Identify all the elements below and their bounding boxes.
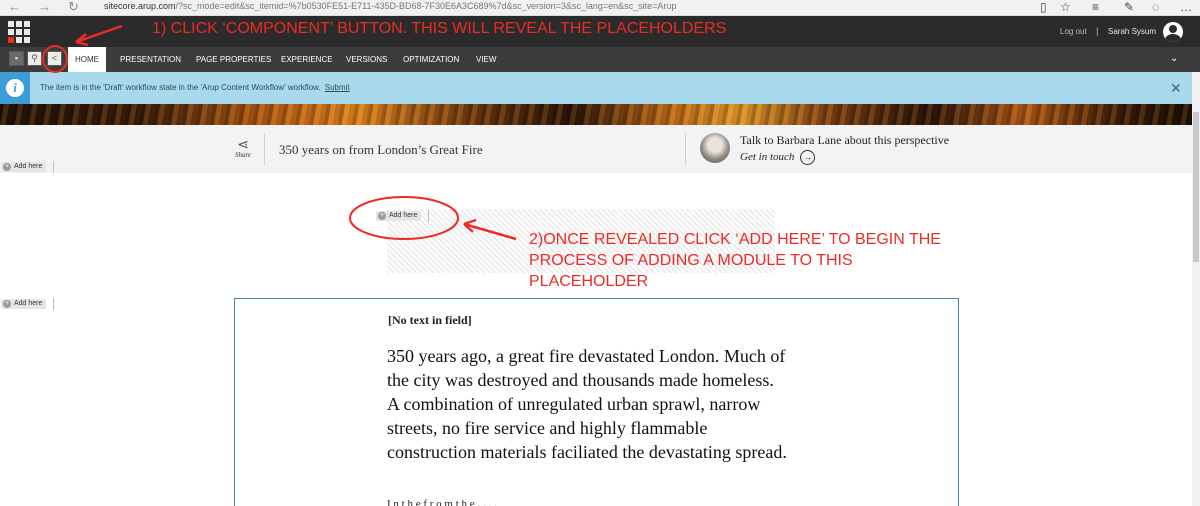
url-path: /?sc_mode=edit&sc_itemid=%7b0530FE51-E71… bbox=[175, 1, 677, 11]
body-text-cut: I n t h e f r o m t h e . . . . bbox=[387, 498, 497, 506]
save-icon[interactable]: ▪ bbox=[9, 51, 24, 66]
placeholder-divider bbox=[428, 210, 429, 222]
page-scrollbar[interactable] bbox=[1192, 72, 1200, 506]
more-icon[interactable]: … bbox=[1180, 0, 1192, 14]
share-browser-icon[interactable]: ◌ bbox=[1152, 0, 1159, 14]
hero-image-strip bbox=[0, 104, 1192, 125]
empty-field-text[interactable]: [No text in field] bbox=[388, 313, 472, 328]
annotation-step-1: 1) CLICK ‘COMPONENT’ BUTTON. THIS WILL R… bbox=[152, 20, 727, 37]
chevron-down-icon[interactable]: ⌄ bbox=[1170, 53, 1178, 64]
forward-arrow-icon[interactable]: → bbox=[38, 0, 51, 14]
article-header-bar: ⋖ Share 350 years on from London’s Great… bbox=[0, 125, 1192, 173]
tab-view[interactable]: VIEW bbox=[476, 47, 496, 72]
placeholder-divider bbox=[53, 161, 54, 173]
contact-prompt: Talk to Barbara Lane about this perspect… bbox=[740, 133, 950, 147]
add-here-label: Add here bbox=[14, 300, 43, 307]
scrollbar-thumb[interactable] bbox=[1193, 112, 1199, 262]
tab-experience[interactable]: EXPERIENCE bbox=[281, 47, 333, 72]
get-in-touch-link[interactable]: Get in touch → bbox=[740, 150, 816, 165]
plus-icon: + bbox=[3, 163, 11, 171]
notification-message: The item is in the 'Draft' workflow stat… bbox=[40, 83, 350, 92]
browser-toolbar: ← → ↻ sitecore.arup.com/?sc_mode=edit&sc… bbox=[0, 0, 1200, 16]
tab-home[interactable]: HOME bbox=[68, 47, 106, 72]
refresh-icon[interactable]: ↻ bbox=[68, 0, 79, 14]
hub-icon[interactable]: ≡ bbox=[1092, 0, 1099, 14]
logout-link[interactable]: Log out bbox=[1060, 27, 1087, 36]
arrow-right-icon: → bbox=[800, 150, 816, 165]
tab-presentation[interactable]: PRESENTATION bbox=[120, 47, 181, 72]
back-arrow-icon[interactable]: ← bbox=[8, 0, 21, 14]
notification-text: The item is in the 'Draft' workflow stat… bbox=[40, 83, 321, 92]
divider bbox=[264, 133, 265, 165]
url-host: sitecore.arup.com bbox=[104, 1, 176, 11]
add-here-button[interactable]: + Add here bbox=[1, 162, 47, 172]
address-bar[interactable]: sitecore.arup.com/?sc_mode=edit&sc_itemi… bbox=[104, 0, 676, 13]
share-icon: ⋖ bbox=[237, 136, 249, 152]
search-icon[interactable]: ⚲ bbox=[27, 51, 42, 66]
share-label: Share bbox=[234, 151, 252, 159]
tab-page-properties[interactable]: PAGE PROPERTIES bbox=[196, 47, 271, 72]
reading-view-icon[interactable]: ▯ bbox=[1040, 0, 1047, 14]
favorite-star-icon[interactable]: ☆ bbox=[1060, 0, 1071, 14]
workflow-notification: i The item is in the 'Draft' workflow st… bbox=[0, 72, 1192, 104]
add-here-button[interactable]: + Add here bbox=[1, 299, 47, 309]
share-button[interactable]: ⋖ Share bbox=[232, 137, 254, 159]
info-icon: i bbox=[0, 72, 30, 104]
component-icon[interactable]: < bbox=[47, 51, 62, 66]
submit-link[interactable]: Submit bbox=[325, 83, 350, 92]
add-here-button[interactable]: + Add here bbox=[376, 211, 422, 221]
close-icon[interactable]: ✕ bbox=[1170, 80, 1182, 97]
tab-versions[interactable]: VERSIONS bbox=[346, 47, 387, 72]
ribbon: ▪ ⚲ < HOME PRESENTATION PAGE PROPERTIES … bbox=[0, 47, 1200, 72]
divider bbox=[685, 133, 686, 165]
avatar[interactable] bbox=[1163, 22, 1183, 42]
plus-icon: + bbox=[378, 212, 386, 220]
launchpad-grid-icon[interactable] bbox=[8, 21, 30, 43]
add-here-label: Add here bbox=[389, 212, 418, 219]
get-in-touch-label: Get in touch bbox=[740, 151, 795, 164]
add-here-label: Add here bbox=[14, 163, 43, 170]
article-title: 350 years on from London’s Great Fire bbox=[279, 142, 483, 157]
annotation-step-2: 2)ONCE REVEALED CLICK ‘ADD HERE’ TO BEGI… bbox=[529, 231, 941, 290]
notes-icon[interactable]: ✎ bbox=[1124, 0, 1134, 14]
user-name: Sarah Sysum bbox=[1108, 27, 1157, 36]
tab-optimization[interactable]: OPTIMIZATION bbox=[403, 47, 459, 72]
separator: | bbox=[1096, 26, 1099, 36]
plus-icon: + bbox=[3, 300, 11, 308]
placeholder-divider bbox=[53, 298, 54, 310]
contact-avatar bbox=[700, 133, 730, 163]
intro-paragraph[interactable]: 350 years ago, a great fire devastated L… bbox=[387, 344, 787, 464]
